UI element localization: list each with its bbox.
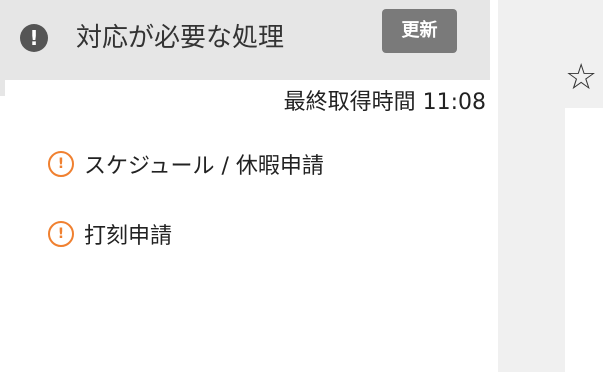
warning-circle-icon: ! <box>48 151 74 177</box>
pending-actions-panel: ! 対応が必要な処理 更新 最終取得時間 11:08 ! スケジュール / 休暇… <box>0 0 498 372</box>
task-list: ! スケジュール / 休暇申請 ! 打刻申請 <box>48 146 324 286</box>
exclamation-circle-icon: ! <box>20 24 48 52</box>
panel-title: 対応が必要な処理 <box>76 23 285 53</box>
warning-circle-icon: ! <box>48 221 74 247</box>
task-label[interactable]: 打刻申請 <box>84 218 172 250</box>
task-item-clock-request[interactable]: ! 打刻申請 <box>48 216 324 252</box>
star-outline-icon[interactable]: ☆ <box>565 54 597 102</box>
task-label[interactable]: スケジュール / 休暇申請 <box>84 148 324 180</box>
task-item-schedule-leave[interactable]: ! スケジュール / 休暇申請 <box>48 146 324 182</box>
side-card <box>565 108 603 372</box>
panel-header: ! 対応が必要な処理 更新 <box>0 0 490 80</box>
refresh-button[interactable]: 更新 <box>382 9 457 53</box>
header-divider <box>0 80 5 96</box>
last-fetched-time: 最終取得時間 11:08 <box>283 90 486 115</box>
